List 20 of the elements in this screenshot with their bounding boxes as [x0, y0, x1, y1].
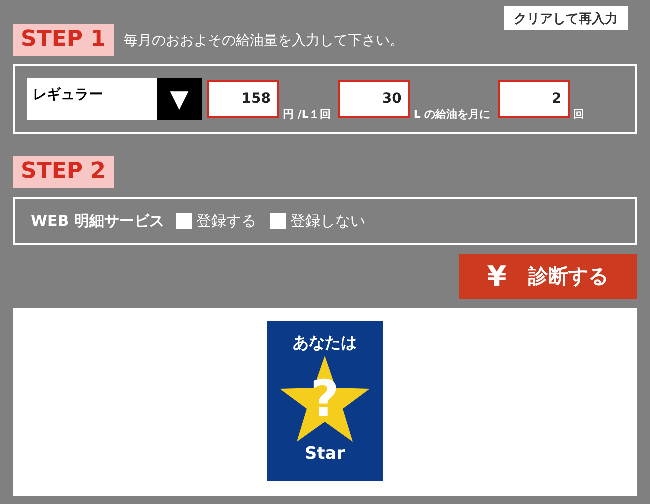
clear-button[interactable]: クリアして再入力 [504, 6, 628, 30]
question-mark: ? [310, 374, 340, 424]
number-input-field[interactable]: 30 [338, 80, 410, 118]
unit-label: L の給油を月に [414, 107, 491, 122]
unit-label: 回 [574, 107, 585, 122]
step-badge: STEP 1 [13, 24, 114, 56]
card-heading: あなたは [293, 333, 357, 354]
step-badge: STEP 2 [13, 156, 114, 188]
number-input-field[interactable]: 2 [498, 80, 570, 118]
option-label: 登録する [196, 212, 256, 230]
star-icon [280, 356, 370, 442]
option-label: 登録しない [290, 212, 366, 230]
number-input-field[interactable]: 158 [207, 80, 279, 118]
instruction-text: 毎月のおおよその給油量を入力して下さい。 [124, 32, 404, 50]
checkbox[interactable] [176, 213, 192, 229]
service-label: WEB 明細サービス [31, 212, 164, 230]
diagnose-button[interactable]: ¥ 診断する [459, 254, 637, 299]
unit-label: 円 /L１回 [283, 107, 331, 122]
checkbox[interactable] [270, 213, 286, 229]
card-caption: Star [304, 444, 346, 464]
